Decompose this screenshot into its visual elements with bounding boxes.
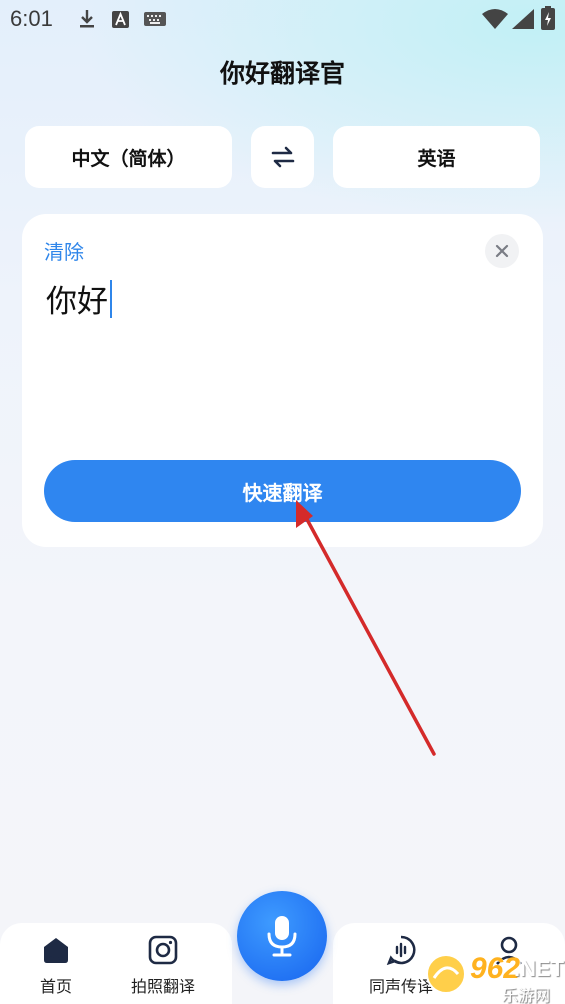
close-button[interactable]: [485, 234, 519, 268]
download-icon: [80, 10, 94, 28]
wifi-icon: [482, 9, 508, 29]
watermark-net: .NET: [514, 956, 565, 981]
close-icon: [495, 244, 509, 258]
watermark-number: 962: [470, 952, 521, 985]
clear-button[interactable]: 清除: [44, 236, 84, 265]
swap-languages-button[interactable]: [251, 126, 314, 188]
voice-bubble-icon: [386, 935, 416, 966]
source-text-value: 你好: [46, 284, 108, 320]
target-language-button[interactable]: 英语: [333, 126, 540, 188]
swap-arrows-icon: [271, 146, 294, 168]
nav-label-home: 首页: [39, 977, 72, 996]
microphone-icon: [267, 916, 297, 957]
battery-icon: [541, 6, 555, 30]
signal-icon: [512, 9, 534, 29]
watermark-logo: 962 .NET 乐游网: [418, 946, 565, 1004]
page-title: 你好翻译官: [219, 59, 345, 88]
status-time: 6:01: [10, 6, 53, 31]
watermark-emblem-icon: [426, 954, 466, 994]
source-language-button[interactable]: 中文（简体）: [25, 126, 232, 188]
nav-label-photo-translate: 拍照翻译: [130, 977, 195, 996]
voice-input-button[interactable]: [237, 891, 327, 981]
source-language-label: 中文（简体）: [71, 147, 186, 170]
bottom-nav-left: 首页 拍照翻译: [0, 923, 232, 1004]
text-caret: [110, 279, 112, 318]
status-bar: 6:01: [0, 0, 565, 38]
home-icon: [44, 938, 68, 963]
a-letter-icon: [112, 11, 129, 28]
source-text-input[interactable]: 你好: [46, 276, 112, 321]
quick-translate-button[interactable]: 快速翻译: [44, 460, 521, 522]
watermark-sub: 乐游网: [502, 986, 551, 1004]
quick-translate-label: 快速翻译: [242, 480, 323, 505]
camera-icon: [148, 935, 178, 965]
nav-item-home[interactable]: 首页: [6, 935, 106, 997]
keyboard-icon: [144, 12, 166, 26]
target-language-label: 英语: [417, 147, 456, 170]
translation-input-card: 清除 你好 快速翻译: [22, 214, 543, 547]
nav-item-photo-translate[interactable]: 拍照翻译: [113, 935, 213, 997]
